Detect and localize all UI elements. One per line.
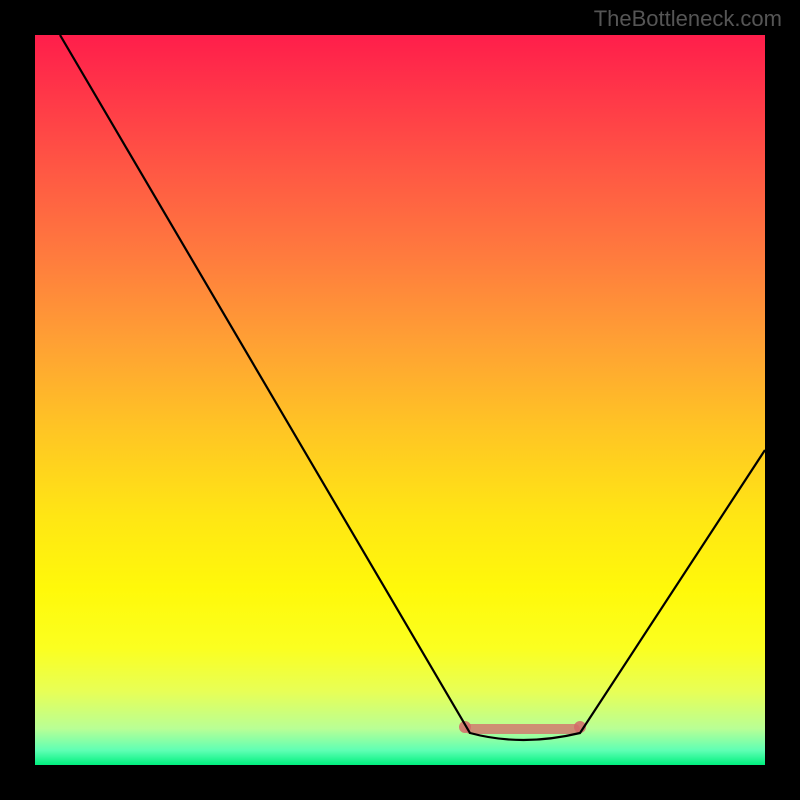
plot-area [35, 35, 765, 765]
curve-svg [35, 35, 765, 765]
bottleneck-curve [60, 35, 765, 740]
watermark-text: TheBottleneck.com [594, 6, 782, 32]
